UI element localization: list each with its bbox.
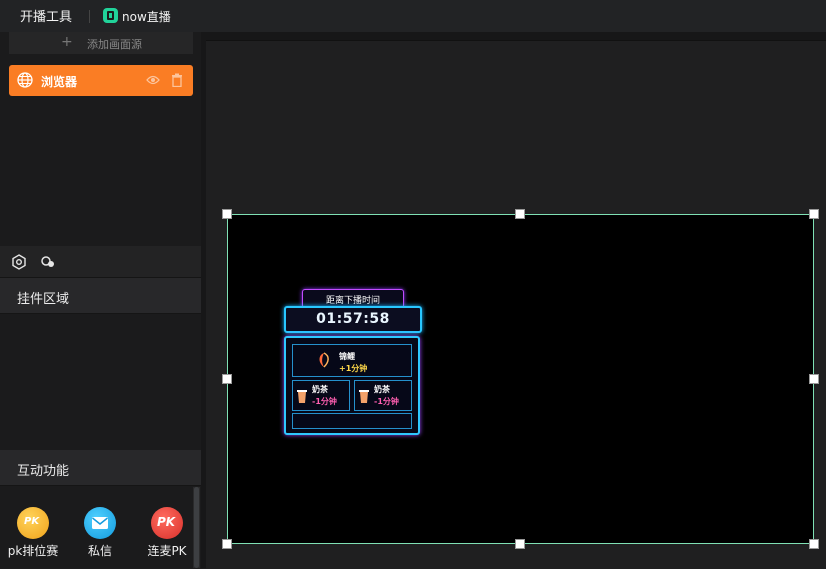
- eye-icon[interactable]: [146, 74, 160, 86]
- globe-icon: [17, 72, 33, 88]
- interactive-features: PK pk排位赛 私信 PK 连麦PK: [0, 487, 193, 568]
- milk-tea-icon: [359, 390, 369, 403]
- koi-icon: [319, 352, 329, 368]
- gift-value: -1分钟: [374, 397, 399, 406]
- add-source-label: 添加画面源: [87, 38, 142, 51]
- resize-handle-right[interactable]: [809, 374, 819, 384]
- scrollbar[interactable]: [193, 487, 200, 568]
- feature-label: 连麦PK: [147, 544, 187, 558]
- resize-handle-left[interactable]: [222, 374, 232, 384]
- resize-handle-bottom-right[interactable]: [809, 539, 819, 549]
- resize-handle-top-left[interactable]: [222, 209, 232, 219]
- resize-handle-top-right[interactable]: [809, 209, 819, 219]
- widget-timer: 01:57:58: [284, 306, 422, 333]
- main-gift-value: +1分钟: [339, 364, 368, 373]
- gift-name: 奶茶: [312, 385, 328, 394]
- divider: [89, 10, 90, 23]
- resize-handle-bottom-left[interactable]: [222, 539, 232, 549]
- feature-pk-rank[interactable]: PK pk排位赛: [3, 507, 63, 559]
- feature-label: pk排位赛: [7, 544, 59, 558]
- filter-icon[interactable]: [40, 254, 56, 270]
- brand-name: now直播: [122, 10, 171, 24]
- settings-icon[interactable]: [11, 254, 27, 270]
- left-panel: + 添加画面源 浏览器 挂件区域 互动功能 PK pk排位赛 私信 PK 连麦P…: [0, 32, 201, 568]
- source-toolbar: [0, 246, 201, 278]
- pk-rank-icon: PK: [17, 507, 49, 539]
- source-item-browser[interactable]: 浏览器: [9, 65, 193, 96]
- title-bar: 开播工具 now直播: [0, 0, 826, 33]
- pk-icon: PK: [151, 507, 183, 539]
- feature-link-pk[interactable]: PK 连麦PK: [137, 507, 197, 559]
- gift-slot: 奶茶 -1分钟: [354, 380, 412, 411]
- trash-icon[interactable]: [171, 73, 183, 87]
- widgets-section-header: 挂件区域: [0, 278, 201, 314]
- widget-header-text: 距离下播时间: [325, 296, 380, 306]
- milk-tea-icon: [297, 390, 307, 403]
- add-source-button[interactable]: + 添加画面源: [9, 32, 193, 54]
- feature-label: 私信: [87, 544, 112, 558]
- gift-name: 奶茶: [374, 385, 390, 394]
- mail-icon: [84, 507, 116, 539]
- widgets-section-title: 挂件区域: [17, 292, 70, 307]
- countdown-widget: 距离下播时间 01:57:58 锦鲤 +1分钟 奶茶 -1分钟 奶茶 -1分钟: [280, 288, 424, 438]
- app-title: 开播工具: [20, 10, 73, 25]
- resize-handle-bottom[interactable]: [515, 539, 525, 549]
- interactive-section-title: 互动功能: [17, 464, 70, 479]
- feature-message[interactable]: 私信: [70, 507, 130, 559]
- gift-value: -1分钟: [312, 397, 337, 406]
- empty-gift-slot: [292, 413, 412, 429]
- widget-gift-panel: 锦鲤 +1分钟 奶茶 -1分钟 奶茶 -1分钟: [284, 336, 420, 435]
- scrollbar-thumb[interactable]: [194, 487, 199, 568]
- widget-timer-text: 01:57:58: [316, 311, 390, 327]
- interactive-section-header: 互动功能: [0, 450, 201, 486]
- main-gift-slot: 锦鲤 +1分钟: [292, 344, 412, 377]
- gift-slot: 奶茶 -1分钟: [292, 380, 350, 411]
- plus-icon: +: [61, 34, 73, 50]
- now-logo-icon: [103, 8, 118, 23]
- source-item-label: 浏览器: [41, 75, 78, 89]
- widgets-area: [0, 314, 201, 449]
- main-gift-name: 锦鲤: [339, 352, 355, 361]
- resize-handle-top[interactable]: [515, 209, 525, 219]
